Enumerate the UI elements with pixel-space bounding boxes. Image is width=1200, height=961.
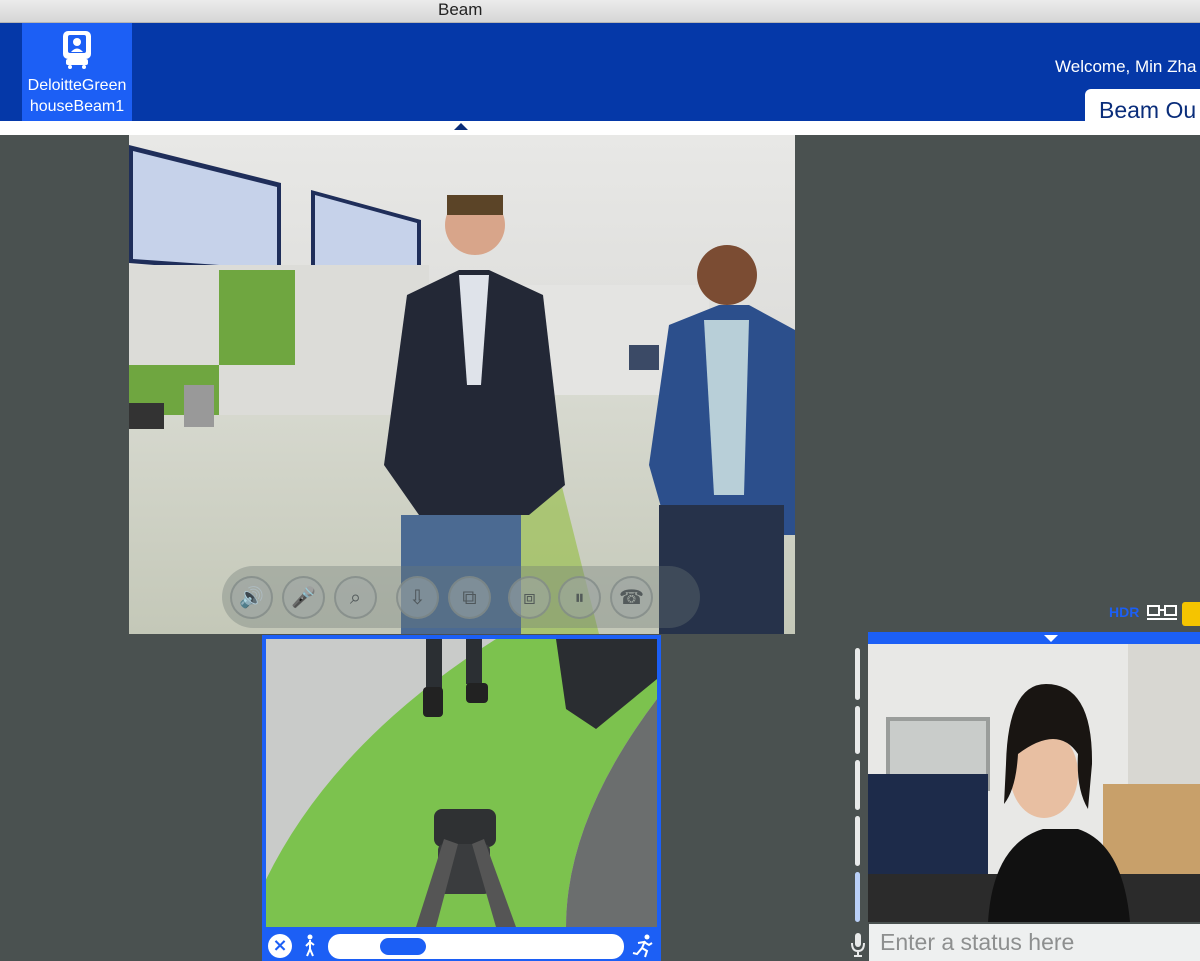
run-fast-icon (632, 934, 653, 958)
hdr-indicator[interactable]: HDR (1109, 604, 1139, 620)
window-title: Beam (438, 0, 483, 19)
swap-camera-icon[interactable]: ⧈ (508, 576, 551, 619)
drive-control-bar: × (262, 931, 661, 961)
collapse-arrow-icon[interactable] (454, 123, 468, 130)
speaker-icon[interactable]: 🔊 (230, 576, 273, 619)
main-camera-scene (129, 135, 795, 634)
microphone-icon[interactable] (851, 932, 865, 958)
robot-name: DeloitteGreen houseBeam1 (22, 75, 132, 117)
main-camera-video[interactable] (129, 135, 795, 634)
status-input[interactable] (869, 924, 1200, 961)
self-view-header[interactable] (868, 632, 1200, 644)
audio-level-segment (855, 872, 860, 922)
close-icon[interactable]: × (268, 934, 292, 958)
microphone-icon[interactable]: 🎤 (282, 576, 325, 619)
hang-up-icon[interactable]: ☎ (610, 576, 653, 619)
drive-camera-scene (266, 639, 657, 927)
battery-icon (1182, 602, 1200, 626)
speed-slider-handle[interactable] (380, 938, 427, 955)
pause-icon[interactable]: ⏸ (558, 576, 601, 619)
collapse-strip[interactable] (0, 121, 1200, 135)
audio-level-segment (855, 760, 860, 810)
robot-selector[interactable]: DeloitteGreen houseBeam1 (22, 23, 132, 121)
top-header: DeloitteGreen houseBeam1 Welcome, Min Zh… (0, 23, 1200, 132)
self-view-scene (868, 644, 1200, 922)
collapse-self-view-icon[interactable] (1044, 635, 1058, 642)
audio-level-segment (855, 648, 860, 700)
audio-level-segment (855, 816, 860, 866)
self-view-video (868, 644, 1200, 922)
welcome-text: Welcome, Min Zha (1055, 57, 1197, 76)
speed-slider[interactable] (328, 934, 624, 959)
zoom-icon[interactable]: ⌕ (334, 576, 377, 619)
robot-icon (63, 31, 91, 69)
window-titlebar: Beam (0, 0, 1200, 23)
robot-name-line1: DeloitteGreen (27, 77, 127, 94)
network-icon (1147, 605, 1177, 620)
screen-share-icon[interactable]: ⧉ (448, 576, 491, 619)
robot-name-line2: houseBeam1 (29, 98, 125, 115)
walk-slow-icon (305, 934, 315, 957)
audio-level-segment (855, 706, 860, 754)
drive-camera-video[interactable] (262, 635, 661, 931)
photo-download-icon[interactable]: ⇩ (396, 576, 439, 619)
